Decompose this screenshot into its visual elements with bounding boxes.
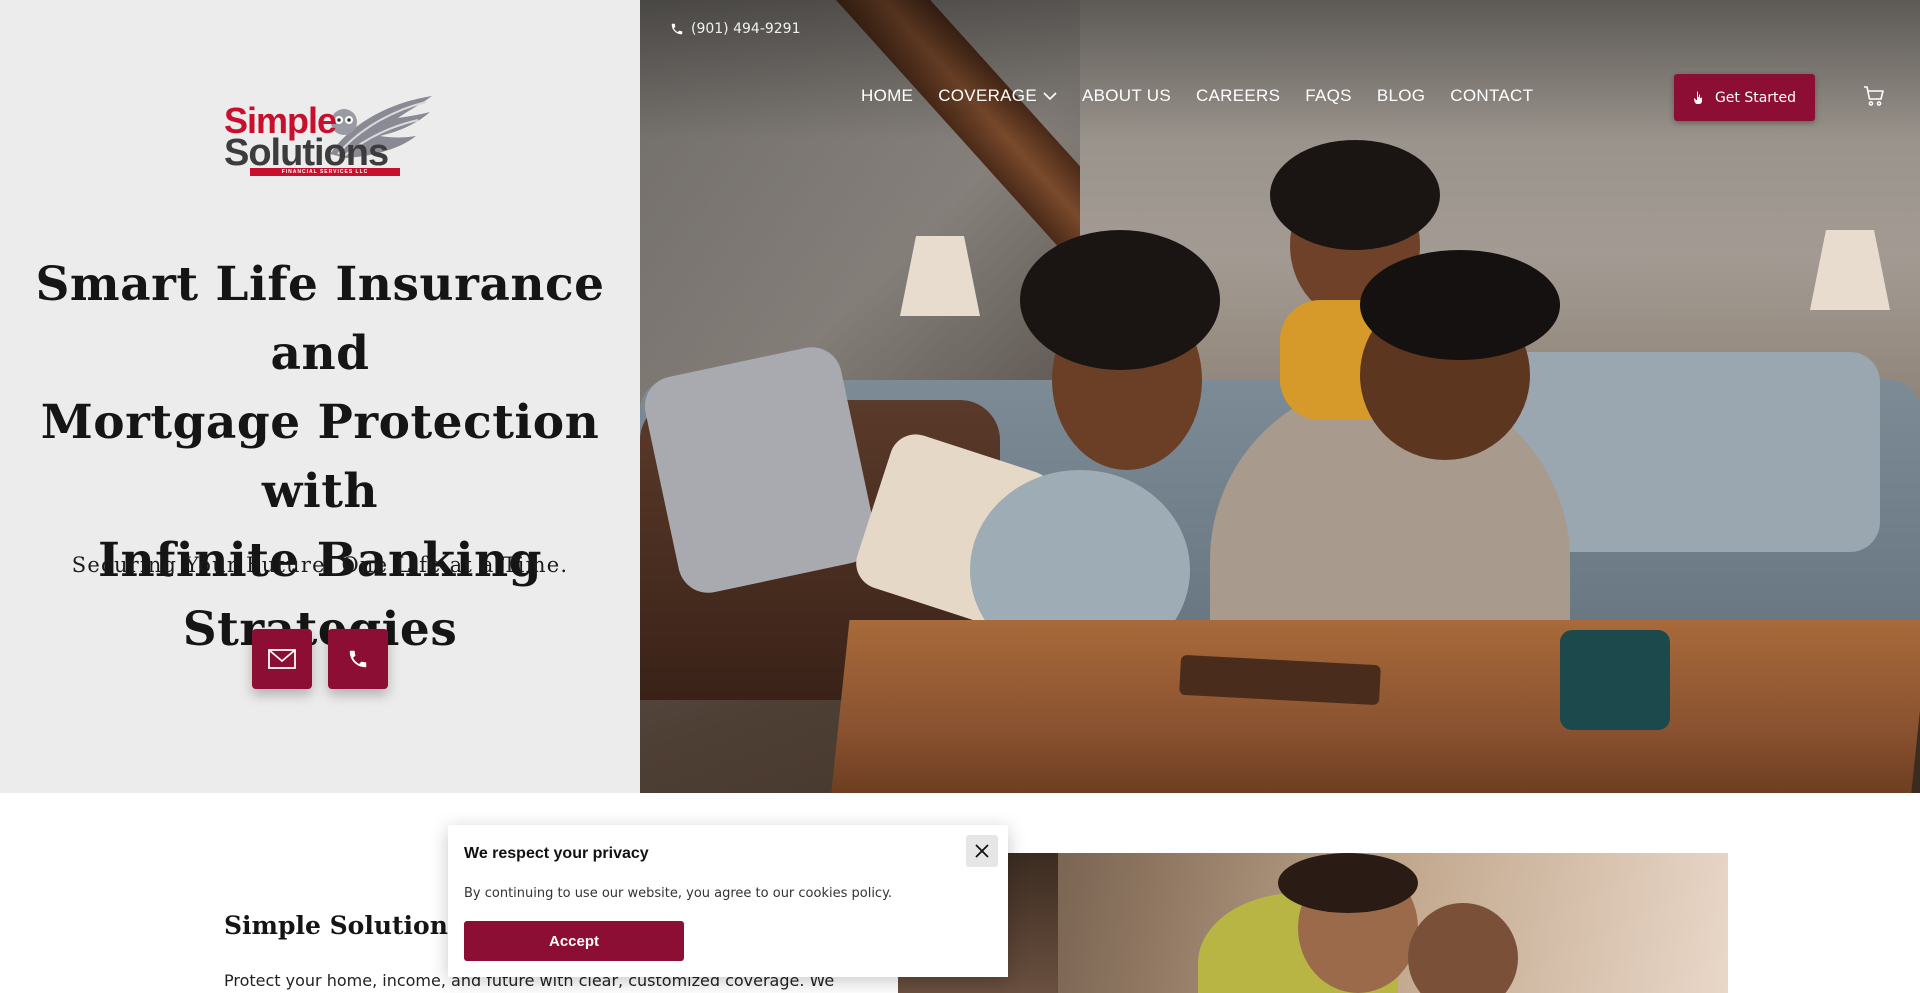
get-started-button[interactable]: Get Started <box>1674 74 1815 121</box>
nav-coverage-label: COVERAGE <box>938 86 1037 105</box>
wooden-table <box>830 620 1920 793</box>
phone-icon <box>349 650 367 668</box>
mug <box>1560 630 1670 730</box>
close-icon <box>975 844 989 858</box>
hero-subtitle: Securing Your Future, One Life at a Time… <box>71 553 569 577</box>
phone-icon <box>671 23 683 35</box>
nav-home[interactable]: HOME <box>861 86 913 106</box>
hero-title: Smart Life Insurance and Mortgage Protec… <box>20 250 620 664</box>
site-logo[interactable]: Simple Solutions FINANCIAL SERVICES LLC <box>222 92 434 182</box>
cart-button[interactable] <box>1862 84 1886 112</box>
photo-child-face <box>1408 903 1518 993</box>
cookie-close-button[interactable] <box>966 835 998 867</box>
cookie-title: We respect your privacy <box>464 845 649 862</box>
nav-careers[interactable]: CAREERS <box>1196 86 1280 106</box>
man-hair <box>1360 250 1560 360</box>
call-button[interactable] <box>328 629 388 689</box>
nav-contact[interactable]: CONTACT <box>1450 86 1533 106</box>
main-nav: HOME COVERAGE ABOUT US CAREERS FAQS BLOG… <box>861 86 1533 106</box>
topbar-phone-link[interactable]: (901) 494-9291 <box>670 21 801 37</box>
hero-title-line: Strategies <box>182 602 458 657</box>
hero-title-line: Mortgage Protection with <box>40 395 600 519</box>
hero: Simple Solutions FINANCIAL SERVICES LLC … <box>0 0 1920 793</box>
nav-blog[interactable]: BLOG <box>1377 86 1425 106</box>
topbar-phone-number: (901) 494-9291 <box>691 21 801 37</box>
cookie-banner: We respect your privacy By continuing to… <box>448 825 1008 977</box>
woman-hair <box>1020 230 1220 370</box>
cookie-text: By continuing to use our website, you ag… <box>464 886 893 901</box>
hand-icon <box>1693 91 1702 104</box>
nav-about-us[interactable]: ABOUT US <box>1082 86 1171 106</box>
hero-title-line: Smart Life Insurance and <box>35 257 605 381</box>
cart-icon <box>1864 86 1884 106</box>
nav-coverage[interactable]: COVERAGE <box>938 86 1057 106</box>
section-photo <box>898 853 1728 993</box>
chevron-down-icon <box>1043 91 1057 100</box>
logo-tagline: FINANCIAL SERVICES LLC <box>250 168 400 176</box>
cookie-accept-button[interactable]: Accept <box>464 921 684 961</box>
child-hair <box>1270 140 1440 250</box>
get-started-label: Get Started <box>1714 89 1797 106</box>
nav-faqs[interactable]: FAQS <box>1305 86 1352 106</box>
photo-person-hair <box>1278 853 1418 913</box>
hero-left-panel: Simple Solutions FINANCIAL SERVICES LLC … <box>0 0 640 793</box>
email-icon <box>268 649 296 669</box>
email-button[interactable] <box>252 629 312 689</box>
